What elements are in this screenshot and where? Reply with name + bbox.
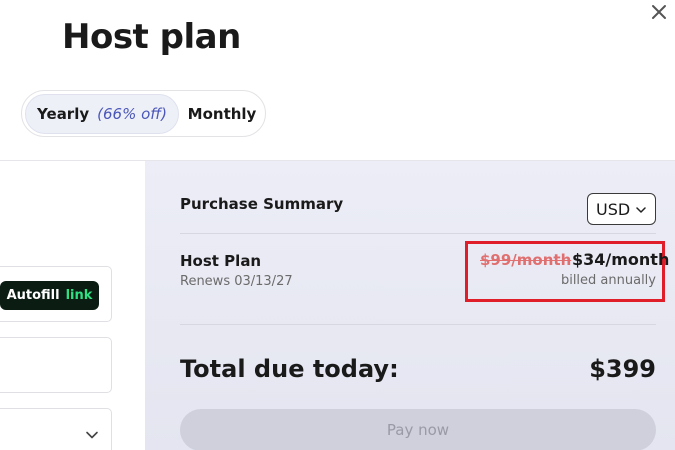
total-label: Total due today: — [180, 355, 399, 383]
chevron-down-icon — [636, 207, 646, 213]
summary-title: Purchase Summary — [180, 195, 344, 213]
currency-value: USD — [596, 199, 631, 219]
chevron-down-icon — [86, 431, 98, 439]
original-price: $99/month — [480, 251, 572, 269]
billing-period-toggle: Yearly (66% off) Monthly — [21, 90, 266, 137]
yearly-option[interactable]: Yearly (66% off) — [25, 94, 179, 134]
autofill-link-label: link — [65, 288, 93, 303]
billing-note: billed annually — [560, 273, 656, 288]
yearly-discount-label: (66% off) — [97, 105, 167, 123]
monthly-label: Monthly — [187, 105, 257, 123]
close-icon — [652, 5, 666, 19]
autofill-label: Autofill — [6, 288, 60, 303]
summary-divider — [180, 233, 656, 234]
currency-select[interactable]: USD — [587, 193, 656, 225]
close-button[interactable] — [650, 3, 668, 21]
monthly-option[interactable]: Monthly — [182, 94, 262, 134]
summary-divider — [180, 324, 656, 325]
autofill-link-button[interactable]: Autofill link — [0, 281, 99, 310]
dialog-title: Host plan — [62, 17, 241, 57]
total-value: $399 — [589, 355, 656, 383]
pay-now-button[interactable]: Pay now — [180, 409, 656, 450]
yearly-label: Yearly — [37, 105, 90, 123]
plan-name: Host Plan — [180, 252, 262, 270]
renewal-date: Renews 03/13/27 — [180, 274, 293, 289]
discounted-price: $34/month — [572, 250, 670, 269]
pay-now-label: Pay now — [386, 421, 450, 439]
card-field[interactable] — [0, 337, 112, 393]
